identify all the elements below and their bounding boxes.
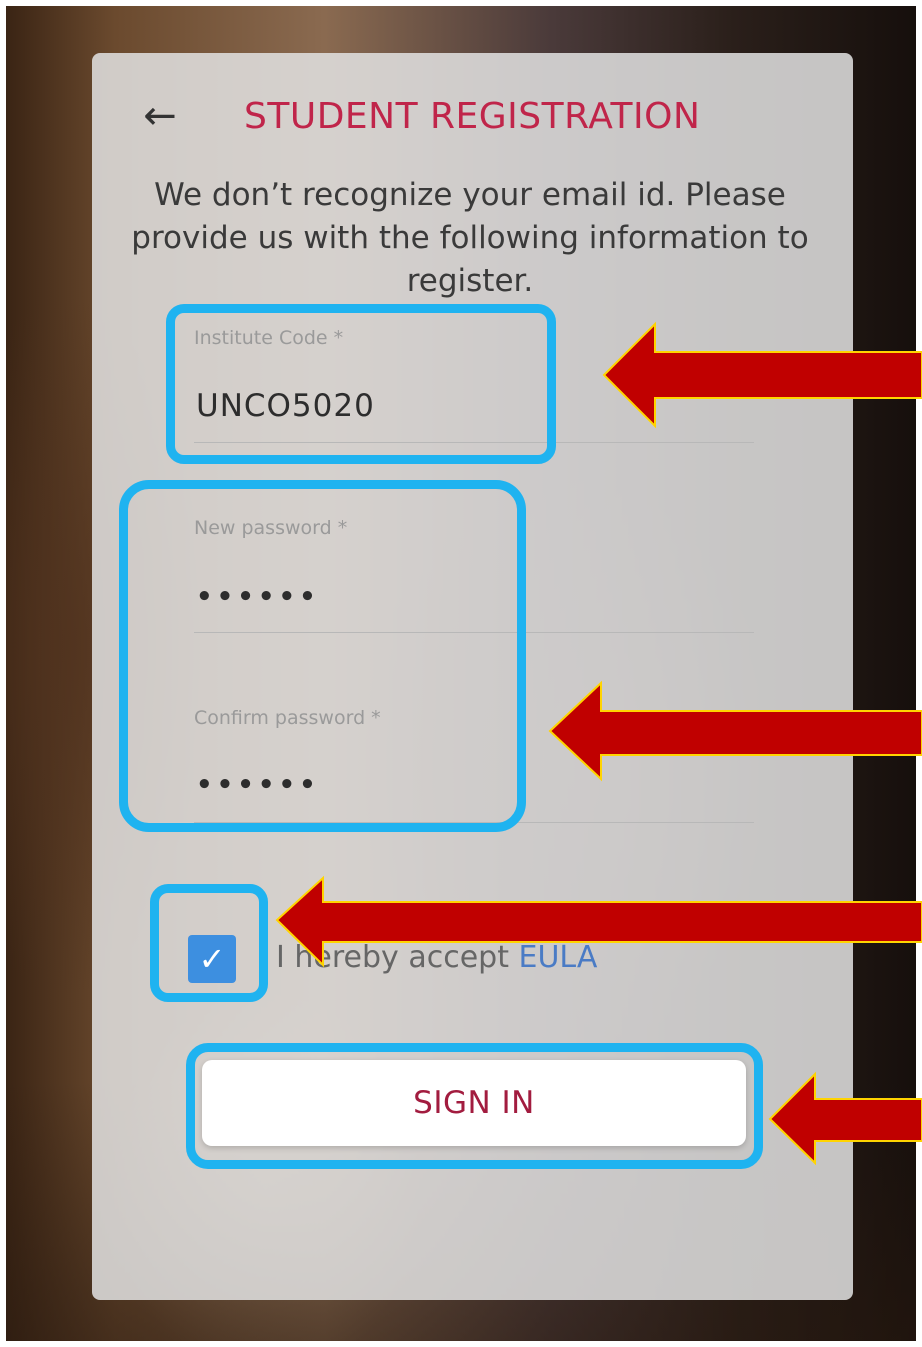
arrow-password-fields xyxy=(548,680,922,782)
arrow-institute-code xyxy=(602,321,922,429)
arrow-sign-in xyxy=(768,1071,922,1166)
arrow-checkbox xyxy=(275,875,922,968)
annotation-arrows xyxy=(275,321,922,1166)
